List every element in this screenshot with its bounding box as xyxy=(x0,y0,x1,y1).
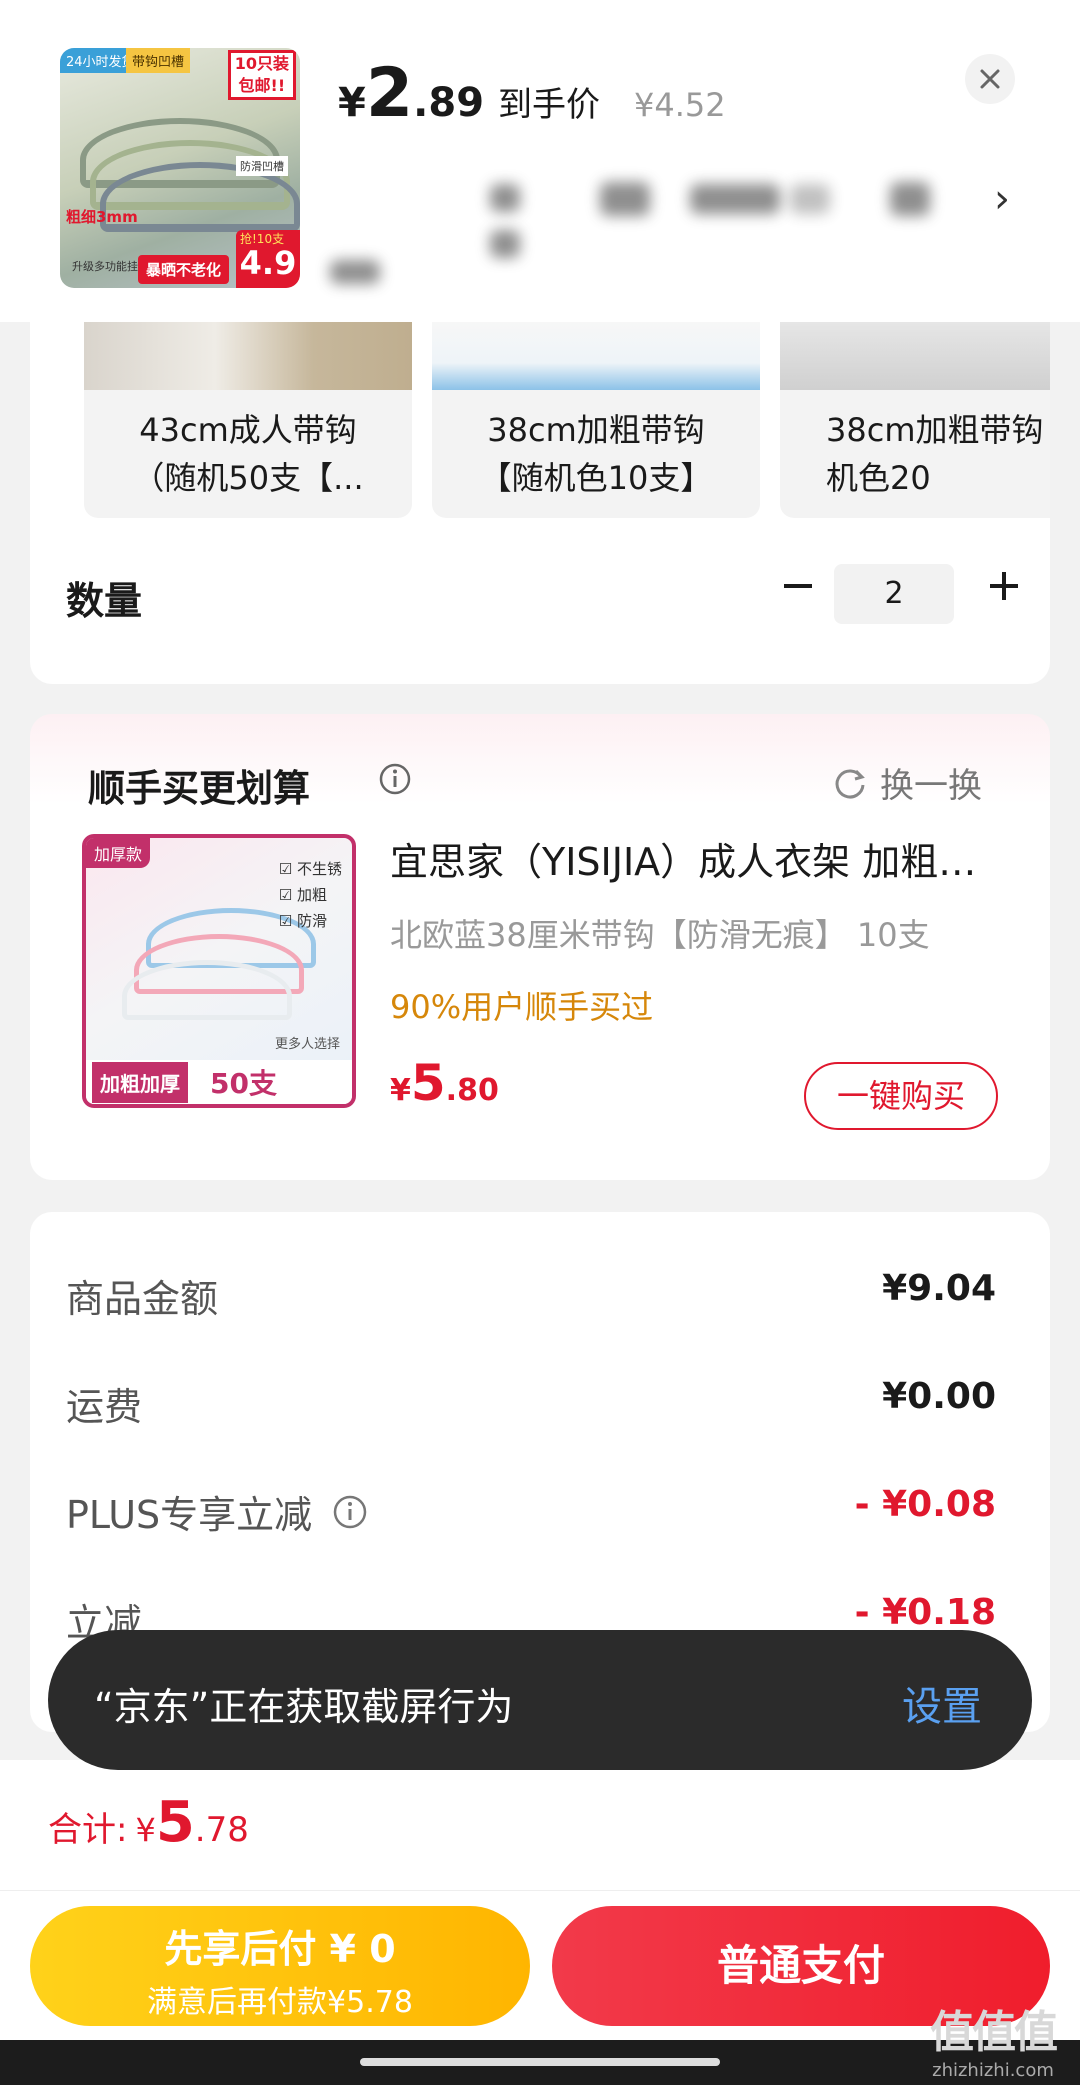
spec-option[interactable]: 38cm加粗带钩【随机色10支】 xyxy=(432,322,760,518)
pay-later-button[interactable]: 先享后付 ¥ 0 满意后再付款¥5.78 xyxy=(30,1906,530,2026)
toast-settings-link[interactable]: 设置 xyxy=(902,1674,982,1732)
close-icon xyxy=(980,69,1000,89)
product-header: 24小时发货 带钩凹槽 10只装 包邮!! 防滑凹槽 粗细3mm 升级多功能挂钩… xyxy=(0,0,1080,322)
watermark-url: zhizhizhi.com xyxy=(932,2060,1054,2081)
price-decimal: .80 xyxy=(445,1073,499,1108)
refresh-button[interactable]: 换一换 xyxy=(830,758,982,807)
summary-label: 运费 xyxy=(66,1385,143,1429)
minus-icon xyxy=(784,584,812,588)
spec-option-image xyxy=(84,322,412,390)
price-decimal: .89 xyxy=(413,80,485,126)
thumb-badge: 带钩凹槽 xyxy=(126,48,191,73)
spec-option-image xyxy=(780,322,1050,390)
thumb-pill: 暴晒不老化 xyxy=(138,255,230,284)
upsell-social-proof: 90%用户顺手买过 xyxy=(390,988,654,1026)
quantity-input[interactable]: 2 xyxy=(834,564,954,624)
home-indicator[interactable] xyxy=(360,2058,720,2066)
thumb-side-label: 防滑凹槽 xyxy=(236,156,288,176)
spec-option[interactable]: 38cm加粗带钩【随机色20 xyxy=(780,322,1050,518)
thumb-pack-badge: 10只装 包邮!! xyxy=(227,50,296,100)
upsell-image-footer: 加粗加厚 50支 xyxy=(86,1060,352,1104)
price-symbol: ¥ xyxy=(390,1073,411,1108)
upsell-title: 顺手买更划算 xyxy=(88,767,310,810)
product-thumbnail[interactable]: 24小时发货 带钩凹槽 10只装 包邮!! 防滑凹槽 粗细3mm 升级多功能挂钩… xyxy=(60,48,300,288)
quantity-label: 数量 xyxy=(66,579,143,623)
spec-option-label: 38cm加粗带钩【随机色10支】 xyxy=(479,411,713,497)
price-integer: 2 xyxy=(365,54,414,133)
info-icon[interactable] xyxy=(332,1494,368,1530)
price-caption: 到手价 xyxy=(498,85,601,125)
feature-item: ☑ 防滑 xyxy=(278,912,327,930)
price-integer: 5 xyxy=(410,1054,446,1112)
quantity-decrement-button[interactable] xyxy=(774,562,822,610)
spec-selection-card: 43cm成人带钩（随机50支【... 38cm加粗带钩【随机色10支】 38cm… xyxy=(30,322,1050,684)
summary-row: 运费 ¥0.00 xyxy=(66,1376,996,1436)
one-click-buy-button[interactable]: 一键购买 xyxy=(804,1062,998,1130)
price-symbol: ¥ xyxy=(338,80,366,126)
checkout-bar: 合计: ¥ 5 .78 先享后付 ¥ 0 满意后再付款¥5.78 普通支付 xyxy=(0,1760,1080,2085)
price-symbol: ¥ xyxy=(135,1811,156,1849)
upsell-card: 顺手买更划算 换一换 加厚款 ☑ 不生锈 ☑ 加粗 ☑ 防滑 更多人选择 加粗加… xyxy=(30,714,1050,1180)
refresh-icon xyxy=(835,769,865,798)
final-price: ¥ 2 .89 到手价 ¥4.52 xyxy=(338,60,726,140)
summary-row: 商品金额 ¥9.04 xyxy=(66,1268,996,1328)
original-price: ¥4.52 xyxy=(634,86,726,124)
close-button[interactable] xyxy=(965,54,1015,104)
thumb-price-value: 4.9 xyxy=(239,244,297,282)
spec-option-image xyxy=(432,322,760,390)
upsell-price: ¥ 5 .80 xyxy=(390,1054,499,1112)
upsell-image-label: 加粗加厚 xyxy=(92,1061,188,1103)
upsell-image-tag: 加厚款 xyxy=(86,838,151,868)
toast-message: “京东”正在获取截屏行为 xyxy=(94,1685,514,1729)
refresh-label: 换一换 xyxy=(880,766,982,806)
upsell-image-features: ☑ 不生锈 ☑ 加粗 ☑ 防滑 xyxy=(279,856,342,934)
summary-label: PLUS专享立减 xyxy=(66,1484,368,1539)
price-integer: 5 xyxy=(155,1790,195,1855)
summary-value: - ¥0.08 xyxy=(854,1484,996,1525)
screenshot-toast: “京东”正在获取截屏行为 设置 xyxy=(48,1630,1032,1770)
chevron-right-icon[interactable]: › xyxy=(994,176,1010,222)
total-label: 合计: xyxy=(48,1810,128,1850)
upsell-product-spec: 北欧蓝38厘米带钩【防滑无痕】 10支 xyxy=(390,916,930,954)
info-icon[interactable] xyxy=(378,762,412,796)
order-total: 合计: ¥ 5 .78 xyxy=(48,1790,249,1855)
pay-later-subtitle: 满意后再付款¥5.78 xyxy=(147,1985,413,2020)
blurred-spec-text xyxy=(330,172,960,292)
thumb-price-caption: 抢!10支 xyxy=(240,232,285,246)
summary-label: 商品金额 xyxy=(66,1277,219,1321)
upsell-image-count: 50支 xyxy=(210,1067,277,1100)
upsell-image-caption: 更多人选择 xyxy=(274,1037,340,1052)
plus-icon xyxy=(990,572,1018,600)
upsell-product-image[interactable]: 加厚款 ☑ 不生锈 ☑ 加粗 ☑ 防滑 更多人选择 加粗加厚 50支 xyxy=(82,834,356,1108)
thumb-mid-label: 粗细3mm xyxy=(66,208,138,226)
upsell-product-name[interactable]: 宜思家（YISIJIA）成人衣架 加粗加厚 xyxy=(390,834,990,890)
feature-item: ☑ 加粗 xyxy=(278,886,327,904)
divider xyxy=(0,1890,1080,1891)
watermark-logo: 值值值 xyxy=(930,2007,1058,2058)
spec-option-label: 43cm成人带钩（随机50支【... xyxy=(132,411,364,497)
price-decimal: .78 xyxy=(194,1810,249,1850)
feature-item: ☑ 不生锈 xyxy=(278,860,342,878)
quantity-increment-button[interactable] xyxy=(980,562,1028,610)
spec-option[interactable]: 43cm成人带钩（随机50支【... xyxy=(84,322,412,518)
watermark: 值值值 zhizhizhi.com xyxy=(930,1996,1058,2081)
pay-later-title: 先享后付 ¥ 0 xyxy=(164,1927,396,1971)
summary-value: ¥0.00 xyxy=(882,1376,996,1417)
summary-row: PLUS专享立减 - ¥0.08 xyxy=(66,1484,996,1544)
spec-option-label: 38cm加粗带钩【随机色20 xyxy=(826,411,1050,497)
summary-value: ¥9.04 xyxy=(882,1268,996,1309)
thumb-price-tag: 抢!10支 4.9 xyxy=(236,230,300,288)
summary-value: - ¥0.18 xyxy=(854,1592,996,1633)
